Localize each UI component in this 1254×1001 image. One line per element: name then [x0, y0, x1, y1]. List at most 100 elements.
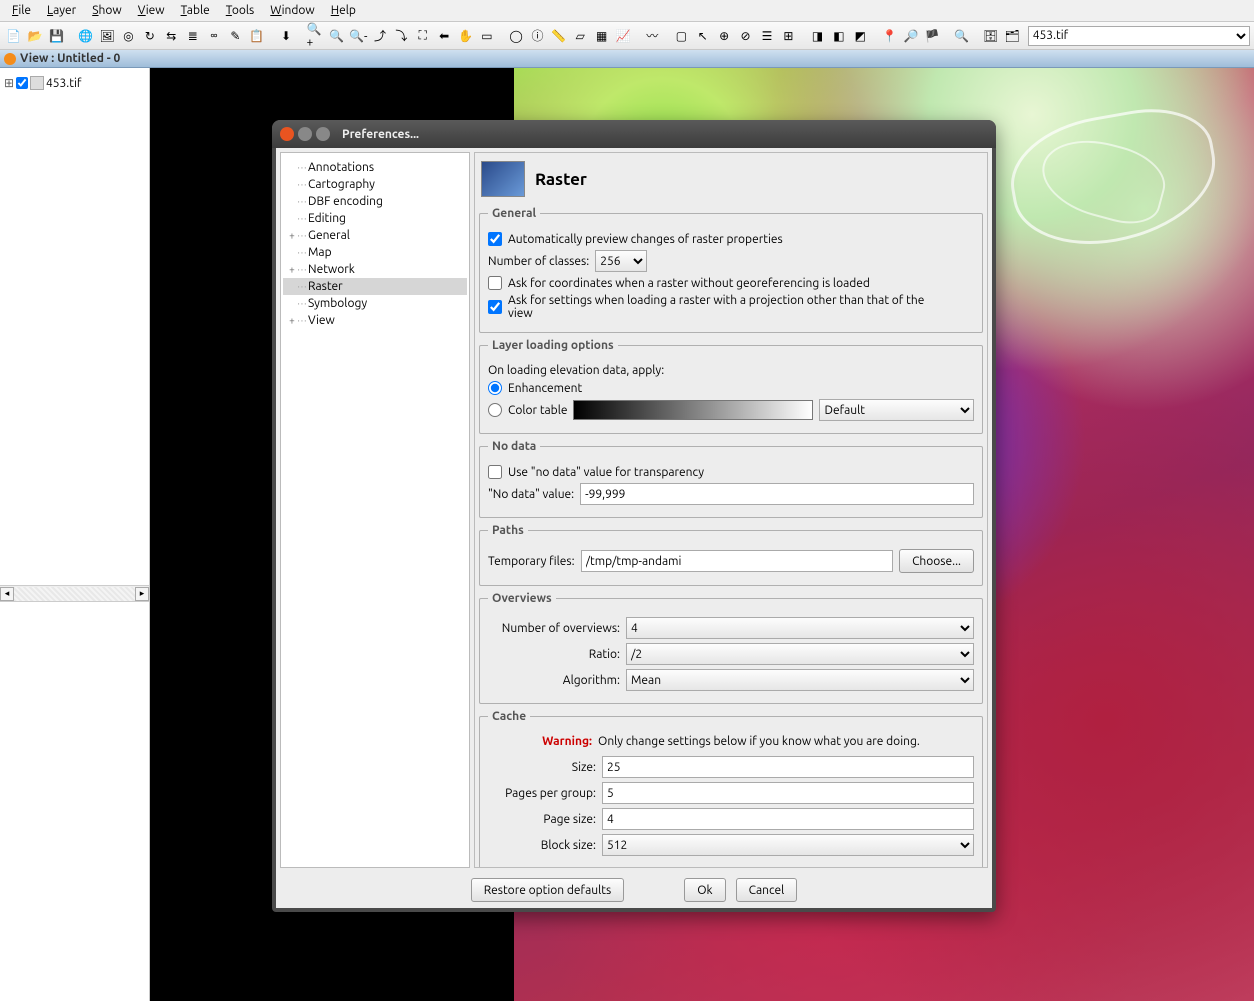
extent-icon[interactable]: ⛶: [413, 26, 432, 46]
select-icon[interactable]: ▦: [592, 26, 611, 46]
tree-node-raster[interactable]: ⋯Raster: [283, 278, 467, 295]
circle-icon[interactable]: ◯: [506, 26, 525, 46]
preferences-tree[interactable]: ⋯Annotations⋯Cartography⋯DBF encoding⋯Ed…: [280, 152, 470, 868]
menu-window[interactable]: Window: [262, 2, 322, 19]
expand-icon[interactable]: ⊞: [4, 76, 14, 90]
db-icon[interactable]: 🗄: [981, 26, 1000, 46]
color-table-select[interactable]: Default: [819, 399, 974, 421]
tree-node-map[interactable]: ⋯Map: [283, 244, 467, 261]
loc1-icon[interactable]: 📍: [880, 26, 899, 46]
use-nodata-checkbox[interactable]: [488, 465, 502, 479]
shuffle2-icon[interactable]: ⤵: [392, 26, 411, 46]
graph-icon[interactable]: 📈: [613, 26, 632, 46]
zoom-fit-icon[interactable]: 🔍: [952, 26, 971, 46]
tree-node-network[interactable]: +⋯Network: [283, 261, 467, 278]
ask-projection-checkbox[interactable]: [488, 300, 502, 314]
edit-icon[interactable]: ✎: [226, 26, 245, 46]
tree-node-dbf-encoding[interactable]: ⋯DBF encoding: [283, 193, 467, 210]
pages-per-group-input[interactable]: [602, 782, 974, 804]
flag-icon[interactable]: 🏴: [923, 26, 942, 46]
zoom-out-icon[interactable]: 🔍-: [348, 26, 368, 46]
wave-icon[interactable]: 〰: [643, 26, 662, 46]
pan-icon[interactable]: ✋: [456, 26, 475, 46]
layer-tree[interactable]: ⊞ 453.tif: [0, 68, 149, 585]
ask-coords-checkbox[interactable]: [488, 276, 502, 290]
menu-layer[interactable]: Layer: [39, 2, 84, 19]
num-overviews-select[interactable]: 4: [626, 617, 974, 639]
snap3-icon[interactable]: ⊕: [715, 26, 734, 46]
menu-view[interactable]: View: [130, 2, 173, 19]
tree-node-symbology[interactable]: ⋯Symbology: [283, 295, 467, 312]
snap2-icon[interactable]: ↖: [693, 26, 712, 46]
zoom-in-icon[interactable]: 🔍+: [305, 26, 324, 46]
tree-node-general[interactable]: +⋯General: [283, 227, 467, 244]
tmp-files-input[interactable]: [581, 550, 893, 572]
dialog-titlebar[interactable]: Preferences...: [272, 120, 996, 148]
close-icon[interactable]: [280, 127, 294, 141]
snap6-icon[interactable]: ⊞: [779, 26, 798, 46]
menu-help[interactable]: Help: [323, 2, 364, 19]
info-icon[interactable]: ⓘ: [528, 26, 547, 46]
new-icon[interactable]: 📄: [4, 26, 23, 46]
reload-icon[interactable]: ↻: [140, 26, 159, 46]
ok-button[interactable]: Ok: [684, 878, 725, 902]
num-classes-select[interactable]: 256: [595, 250, 647, 272]
back-icon[interactable]: ⬅: [434, 26, 453, 46]
scroll-left-icon[interactable]: ◂: [0, 587, 14, 601]
menu-file[interactable]: File: [4, 2, 39, 19]
tree-node-view[interactable]: +⋯View: [283, 312, 467, 329]
nodata-value-input[interactable]: [580, 483, 974, 505]
target-icon[interactable]: ◎: [119, 26, 138, 46]
layer-label: 453.tif: [46, 77, 81, 90]
zoom-box-icon[interactable]: 🔍: [327, 26, 346, 46]
ruler-icon[interactable]: 📏: [549, 26, 568, 46]
maximize-icon[interactable]: [316, 127, 330, 141]
view-titlebar: View : Untitled - 0: [0, 50, 1254, 68]
warning-text: Only change settings below if you know w…: [598, 735, 920, 748]
snap5-icon[interactable]: ☰: [757, 26, 776, 46]
cancel-button[interactable]: Cancel: [736, 878, 798, 902]
geo1-icon[interactable]: ◨: [808, 26, 827, 46]
snap4-icon[interactable]: ⊘: [736, 26, 755, 46]
note-icon[interactable]: 📋: [247, 26, 266, 46]
area-icon[interactable]: ▱: [571, 26, 590, 46]
menu-show[interactable]: Show: [84, 2, 129, 19]
scroll-right-icon[interactable]: ▸: [135, 587, 149, 601]
layer-visibility-checkbox[interactable]: [16, 77, 28, 89]
color-table-radio[interactable]: [488, 403, 502, 417]
schema-icon[interactable]: 🗂: [1002, 26, 1021, 46]
geo2-icon[interactable]: ◧: [829, 26, 848, 46]
menu-table[interactable]: Table: [173, 2, 218, 19]
import-icon[interactable]: ⬇: [276, 26, 295, 46]
auto-preview-checkbox[interactable]: [488, 232, 502, 246]
enhancement-radio[interactable]: [488, 381, 502, 395]
layer-select[interactable]: 453.tif: [1028, 26, 1250, 46]
algorithm-select[interactable]: Mean: [626, 669, 974, 691]
globe-icon[interactable]: 🌐: [76, 26, 95, 46]
save-icon[interactable]: 💾: [47, 26, 66, 46]
cache-size-input[interactable]: [602, 756, 974, 778]
frame-icon[interactable]: ▭: [477, 26, 496, 46]
minimize-icon[interactable]: [298, 127, 312, 141]
shuffle-icon[interactable]: ⤴: [370, 26, 389, 46]
tree-node-editing[interactable]: ⋯Editing: [283, 210, 467, 227]
choose-button[interactable]: Choose...: [899, 549, 974, 573]
tree-node-annotations[interactable]: ⋯Annotations: [283, 159, 467, 176]
geo3-icon[interactable]: ◩: [851, 26, 870, 46]
loc-zoom-icon[interactable]: 🔎: [901, 26, 920, 46]
restore-defaults-button[interactable]: Restore option defaults: [471, 878, 625, 902]
layers-icon[interactable]: ≣: [183, 26, 202, 46]
ratio-select[interactable]: /2: [626, 643, 974, 665]
snap1-icon[interactable]: ▢: [672, 26, 691, 46]
tree-node-cartography[interactable]: ⋯Cartography: [283, 176, 467, 193]
scroll-track[interactable]: [14, 587, 135, 601]
menu-tools[interactable]: Tools: [218, 2, 263, 19]
sidebar-scrollbar[interactable]: ◂ ▸: [0, 585, 149, 601]
picture-icon[interactable]: 🖼: [97, 26, 116, 46]
block-size-select[interactable]: 512: [602, 834, 974, 856]
page-size-input[interactable]: [602, 808, 974, 830]
open-icon[interactable]: 📂: [25, 26, 44, 46]
sync-icon[interactable]: ⇆: [162, 26, 181, 46]
layer-row[interactable]: ⊞ 453.tif: [4, 76, 145, 90]
link-icon[interactable]: ∞: [204, 26, 223, 46]
